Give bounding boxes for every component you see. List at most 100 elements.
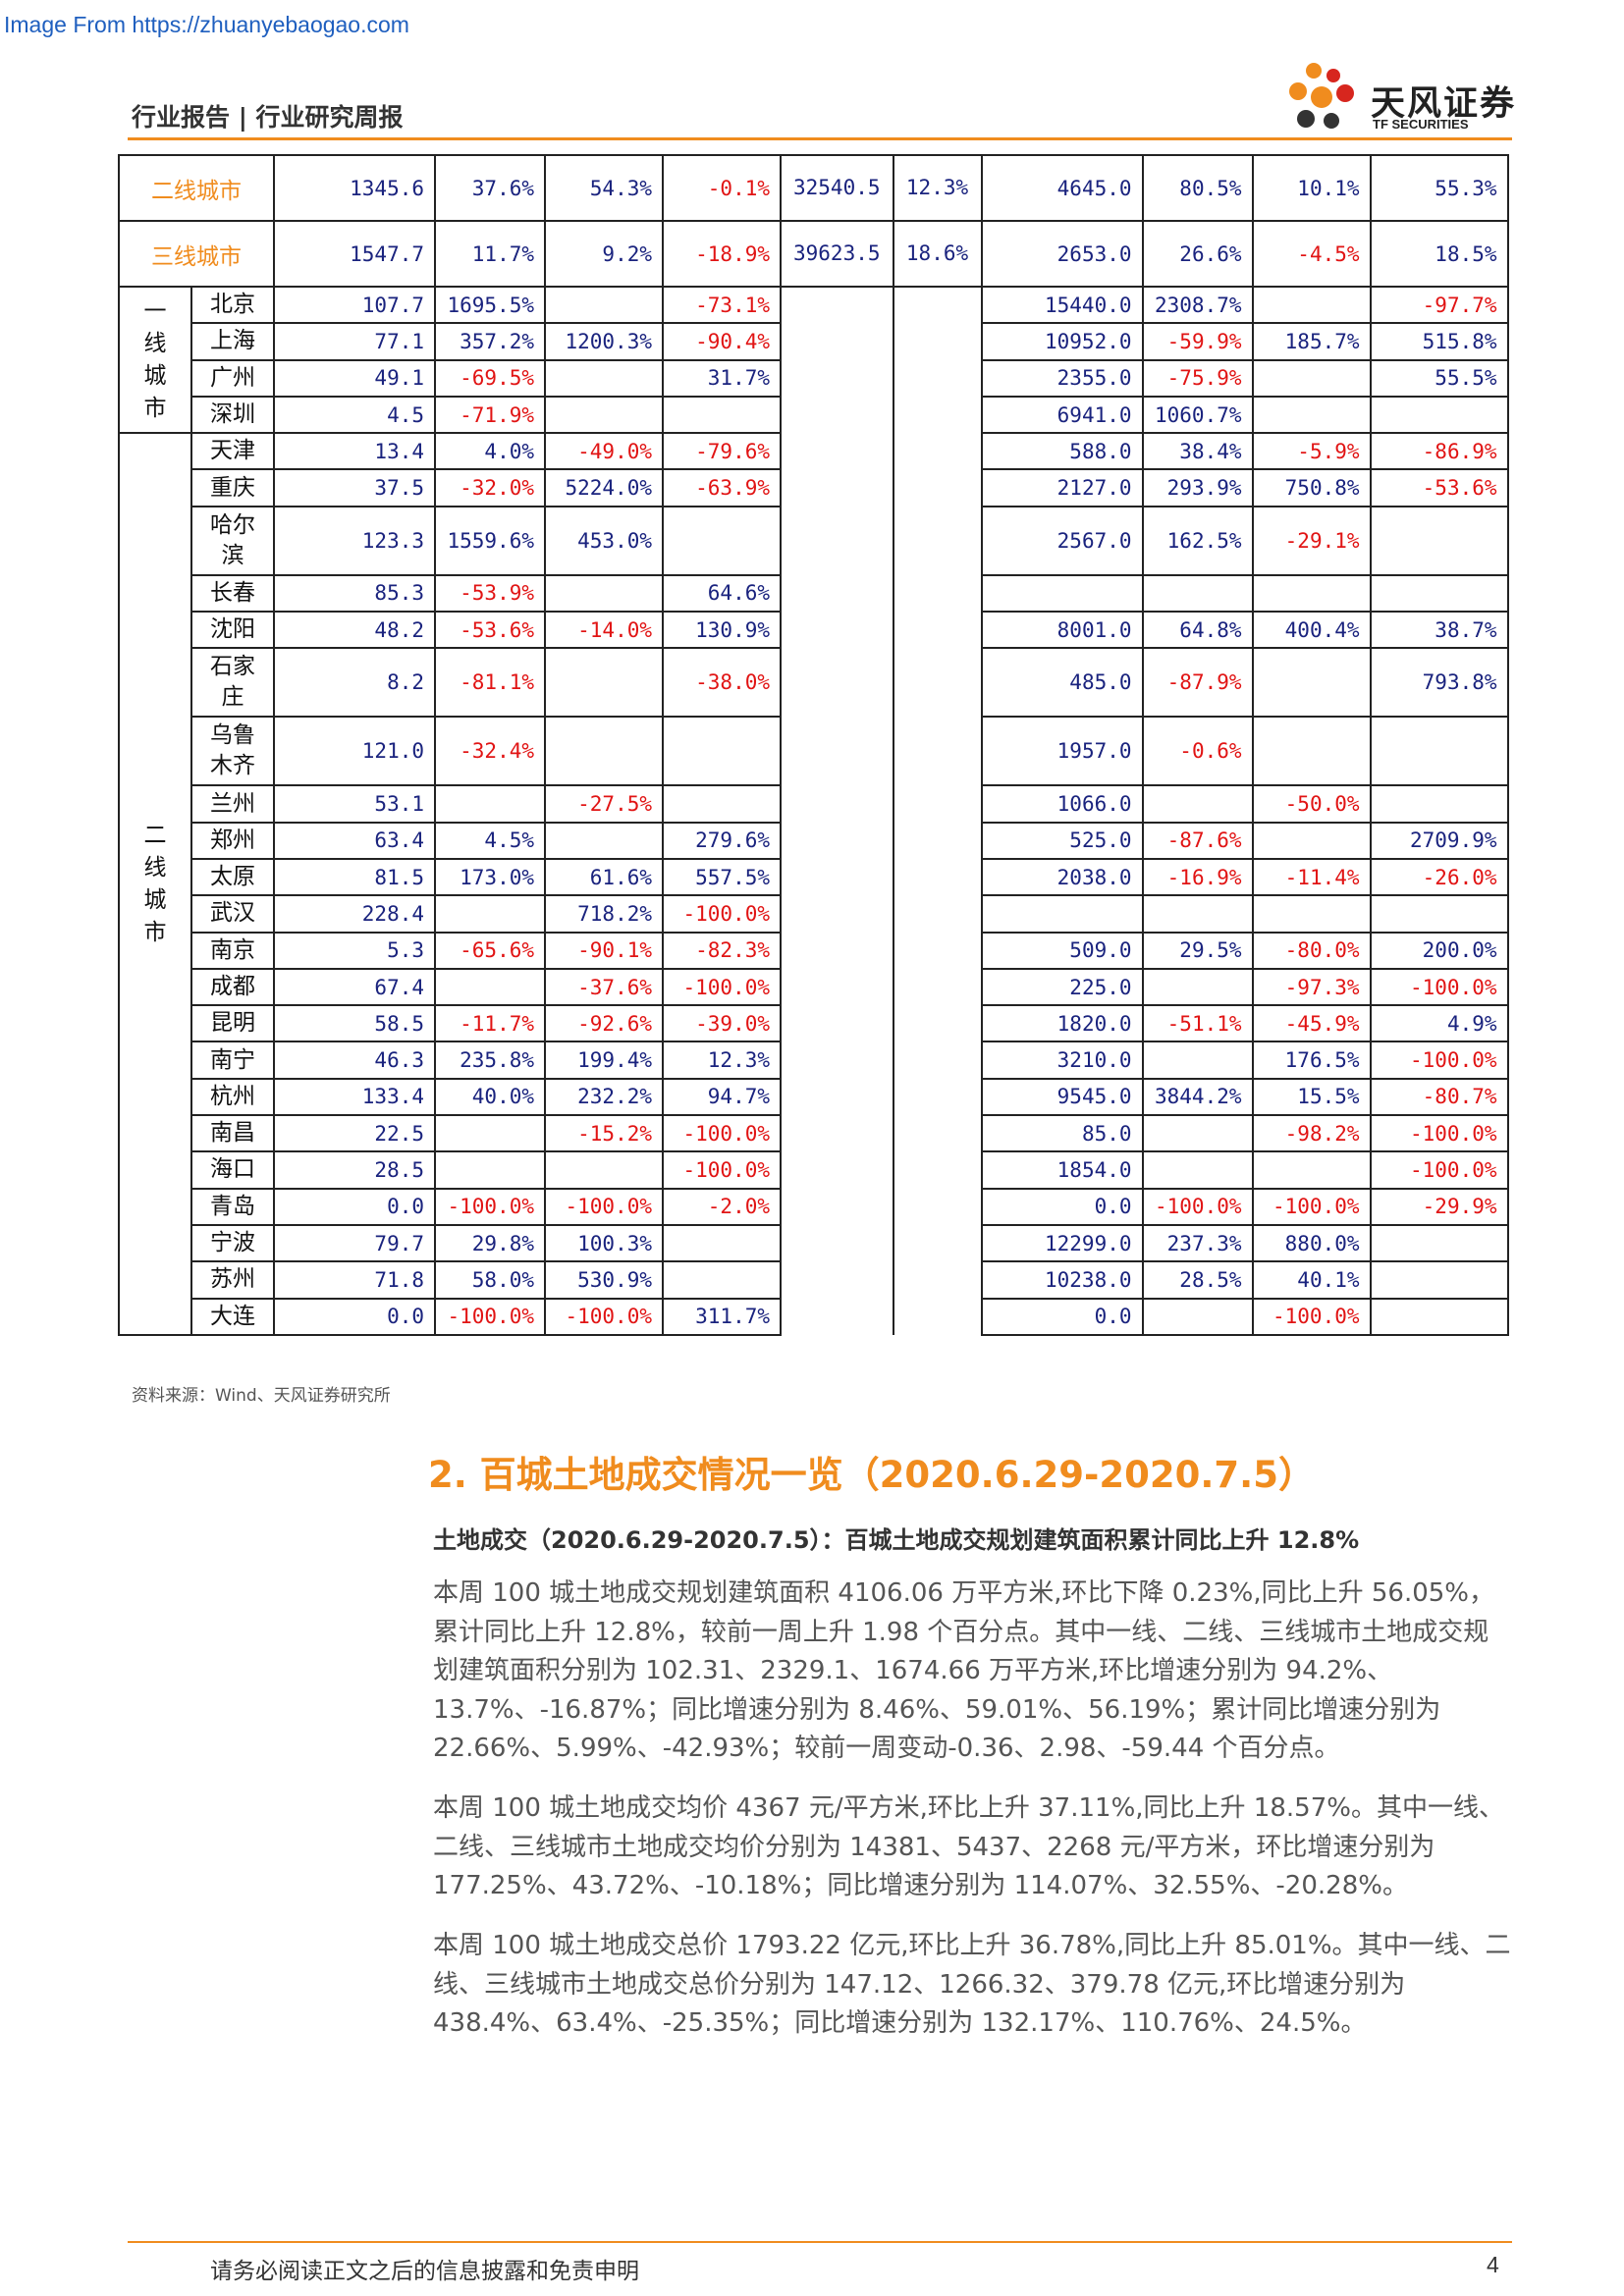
table-cell: -0.6% bbox=[1141, 716, 1254, 787]
table-cell: -100.0% bbox=[1251, 1297, 1372, 1336]
table-cell: -79.6% bbox=[662, 432, 782, 471]
table-row: 海口 28.5 -100.0% 1854.0 -100.0% bbox=[119, 1150, 1509, 1190]
table-cell: 28.5 bbox=[273, 1150, 436, 1190]
table-cell bbox=[1251, 358, 1372, 398]
blank-cell bbox=[780, 822, 894, 859]
table-cell: -27.5% bbox=[544, 784, 664, 824]
table-cell: -100.0% bbox=[662, 967, 782, 1007]
city-name: 乌鲁 木齐 bbox=[190, 716, 275, 787]
table-cell bbox=[1141, 1297, 1254, 1336]
table-cell bbox=[1369, 894, 1509, 934]
city-name: 苏州 bbox=[190, 1260, 275, 1300]
table-cell: 12.3% bbox=[662, 1041, 782, 1080]
blank-cell bbox=[892, 574, 983, 613]
table-cell bbox=[1141, 1041, 1254, 1080]
blank-cell bbox=[780, 287, 894, 324]
table-cell: -53.6% bbox=[1369, 468, 1509, 507]
city-name: 太原 bbox=[190, 857, 275, 897]
table-cell: 48.2 bbox=[273, 611, 436, 650]
table-cell: -80.7% bbox=[1369, 1077, 1509, 1117]
table-cell: 293.9% bbox=[1141, 468, 1254, 507]
table-cell: 85.0 bbox=[980, 1114, 1144, 1153]
table-cell: 793.8% bbox=[1369, 647, 1509, 719]
table-cell: -87.6% bbox=[1141, 821, 1254, 860]
table-cell: 10.1% bbox=[1251, 154, 1372, 222]
table-cell: 1854.0 bbox=[980, 1150, 1144, 1190]
blank-cell bbox=[892, 785, 983, 823]
table-cell: 58.0% bbox=[434, 1260, 546, 1300]
table-cell bbox=[662, 784, 782, 824]
table-cell: 1820.0 bbox=[980, 1004, 1144, 1043]
table-cell bbox=[544, 573, 664, 614]
blank-cell bbox=[892, 822, 983, 859]
table-cell: -11.7% bbox=[434, 1004, 546, 1043]
table-cell: 40.0% bbox=[434, 1077, 546, 1117]
blank-cell bbox=[780, 932, 894, 969]
table-cell: 54.3% bbox=[544, 154, 664, 222]
blank-cell bbox=[780, 323, 894, 360]
paragraph-area: 本周 100 城土地成交规划建筑面积 4106.06 万平方米,环比下降 0.2… bbox=[433, 1578, 1494, 1763]
page-number: 4 bbox=[1487, 2252, 1499, 2277]
city-name: 沈阳 bbox=[190, 611, 275, 650]
table-cell: -97.3% bbox=[1251, 967, 1372, 1007]
table-cell: 100.3% bbox=[544, 1223, 664, 1263]
table-cell: -81.1% bbox=[434, 647, 546, 719]
table-row: 深圳 4.5 -71.9% 6941.0 1060.7% bbox=[119, 395, 1509, 435]
tier-label: 二线城市 bbox=[118, 154, 275, 222]
table-row: 太原 81.5 173.0% 61.6% 557.5% 2038.0 -16.9% -11.4… bbox=[119, 857, 1509, 897]
table-cell: -98.2% bbox=[1251, 1114, 1372, 1153]
table-cell: 55.3% bbox=[1369, 154, 1509, 222]
table-cell: 28.5% bbox=[1141, 1260, 1254, 1300]
table-cell: -80.0% bbox=[1251, 931, 1372, 970]
table-cell bbox=[1251, 821, 1372, 860]
table-cell: 29.5% bbox=[1141, 931, 1254, 970]
table-cell bbox=[544, 285, 664, 325]
table-cell: -100.0% bbox=[1369, 1114, 1509, 1153]
table-row: 广州 49.1 -69.5% 31.7% 2355.0 -75.9% 55.5% bbox=[119, 358, 1509, 398]
table-row: 一线城市北京 107.7 1695.5% -73.1% 15440.0 2308.7% -9… bbox=[118, 285, 1509, 435]
city-name: 北京 bbox=[190, 285, 275, 325]
blank-cell bbox=[892, 1078, 983, 1116]
table-cell bbox=[1251, 395, 1372, 435]
table-cell: -51.1% bbox=[1141, 1004, 1254, 1043]
table-cell: 485.0 bbox=[980, 647, 1144, 719]
table-cell: -71.9% bbox=[434, 395, 546, 435]
table-cell: 880.0% bbox=[1251, 1223, 1372, 1263]
table-cell: 9545.0 bbox=[980, 1077, 1144, 1117]
table-cell: 77.1 bbox=[273, 322, 436, 361]
blank-cell bbox=[780, 1261, 894, 1299]
table-cell: 515.8% bbox=[1369, 322, 1509, 361]
table-cell: -18.9% bbox=[662, 220, 782, 288]
table-cell: 8001.0 bbox=[980, 611, 1144, 650]
table-cell: -4.5% bbox=[1251, 220, 1372, 288]
blank-cell bbox=[780, 469, 894, 507]
table-cell: 1200.3% bbox=[544, 322, 664, 361]
watermark-link[interactable]: Image From https://zhuanyebaogao.com bbox=[4, 12, 409, 38]
city-land-table: 二线城市 1345.6 37.6% 54.3% -0.1% 32540.5 12.3% 464… bbox=[118, 154, 1509, 1336]
table-cell: 2038.0 bbox=[980, 857, 1144, 897]
table-cell: 11.7% bbox=[434, 220, 546, 288]
table-cell bbox=[544, 358, 664, 398]
table-cell: -50.0% bbox=[1251, 784, 1372, 824]
table-row: 昆明 58.5 -11.7% -92.6% -39.0% 1820.0 -51.1% -45.… bbox=[119, 1004, 1509, 1043]
table-cell: 1345.6 bbox=[273, 154, 436, 222]
table-cell: -97.7% bbox=[1369, 285, 1509, 325]
table-cell: 237.3% bbox=[1141, 1223, 1254, 1263]
table-cell: -32.4% bbox=[434, 716, 546, 787]
city-name: 重庆 bbox=[190, 468, 275, 507]
blank-cell bbox=[892, 895, 983, 933]
table-cell bbox=[544, 821, 664, 860]
table-cell: -53.9% bbox=[434, 573, 546, 614]
table-cell bbox=[434, 784, 546, 824]
table-cell: 85.3 bbox=[273, 573, 436, 614]
blank-cell bbox=[892, 396, 983, 434]
table-cell: 12.3% bbox=[892, 154, 983, 222]
table-cell: 6941.0 bbox=[980, 395, 1144, 435]
table-cell: 4645.0 bbox=[980, 154, 1144, 222]
table-cell: 185.7% bbox=[1251, 322, 1372, 361]
table-cell: 2308.7% bbox=[1141, 285, 1254, 325]
table-row: 南昌 22.5 -15.2% -100.0% 85.0 -98.2% -100.0% bbox=[119, 1114, 1509, 1153]
table-cell: -29.1% bbox=[1251, 505, 1372, 576]
table-cell: 9.2% bbox=[544, 220, 664, 288]
table-cell: -100.0% bbox=[662, 1114, 782, 1153]
